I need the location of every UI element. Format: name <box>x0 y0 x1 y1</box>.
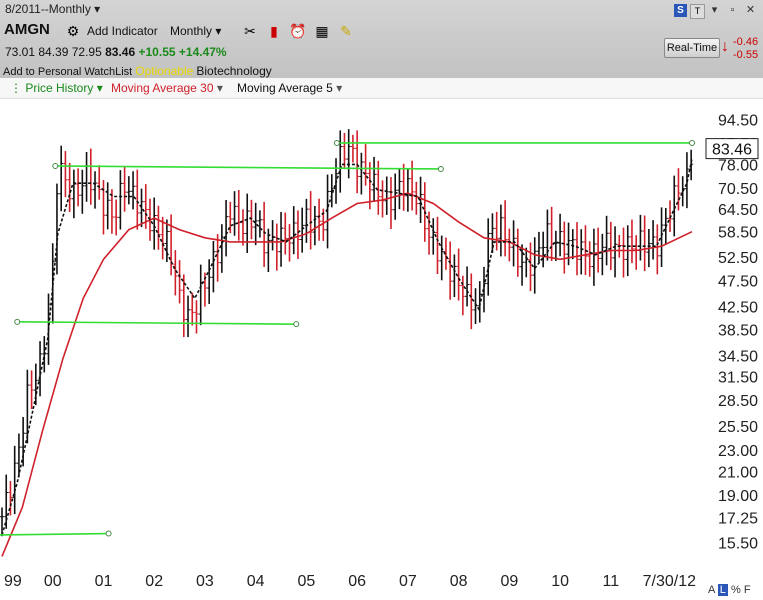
y-tick-label: 78.00 <box>718 157 758 174</box>
y-tick-label: 21.00 <box>718 464 758 481</box>
toolbar: 8/2011--Monthly ▾ AMGN ⚙ Add Indicator M… <box>0 0 763 78</box>
restore-icon[interactable]: ▫ <box>726 4 739 17</box>
y-tick-label: 23.00 <box>718 443 758 460</box>
trendline <box>17 321 297 325</box>
change-percent: +14.47% <box>178 45 227 59</box>
meta-line: Add to Personal WatchList Optionable Bio… <box>3 64 272 78</box>
close-icon[interactable]: ✕ <box>744 4 757 17</box>
indicator-legend: ⋮ Price History ▾ Moving Average 30 ▾ Mo… <box>0 78 763 99</box>
rt-change-2: -0.55 <box>733 49 759 61</box>
x-tick-label: 7/30/12 <box>643 573 696 590</box>
interval-dropdown[interactable]: Monthly ▾ <box>170 24 221 38</box>
high-value: 84.39 <box>38 45 69 59</box>
y-tick-label: 34.50 <box>718 348 758 365</box>
legend-price-label: Price History <box>25 81 94 95</box>
chart-style-icon[interactable]: ▮ <box>265 23 283 39</box>
x-tick-label: 08 <box>450 573 468 590</box>
symbol-label[interactable]: AMGN <box>4 21 50 38</box>
y-tick-label: 19.00 <box>718 488 758 505</box>
period-label: 8/2011--Monthly <box>5 2 91 16</box>
s-button[interactable]: S <box>674 4 687 17</box>
y-tick-label: 15.50 <box>718 535 758 552</box>
add-indicator-icon[interactable]: ⚙ <box>64 23 82 39</box>
watchlist-link[interactable]: Add to Personal WatchList <box>3 66 132 78</box>
calculator-icon[interactable]: ▦ <box>313 23 331 39</box>
x-tick-label: 02 <box>145 573 163 590</box>
x-tick-label: 05 <box>298 573 316 590</box>
x-tick-label: 00 <box>44 573 62 590</box>
x-tick-label: 10 <box>551 573 569 590</box>
open-value: 73.01 <box>5 45 36 59</box>
x-tick-label: 04 <box>247 573 265 590</box>
ma5-line <box>1 158 693 536</box>
x-tick-label: 03 <box>196 573 214 590</box>
x-tick-label: 06 <box>348 573 366 590</box>
y-tick-label: 25.50 <box>718 419 758 436</box>
trendline <box>0 532 109 536</box>
quote-line: 73.01 84.39 72.95 83.46 +10.55 +14.47% <box>5 45 227 59</box>
drawing-tools-icon[interactable]: ✂ <box>241 23 259 39</box>
rt-change-1: -0.46 <box>733 36 759 48</box>
trendline-handle <box>105 530 112 537</box>
period-dropdown[interactable]: 8/2011--Monthly ▾ <box>5 2 100 16</box>
industry-label[interactable]: Biotechnology <box>196 64 271 78</box>
trendline-handle <box>293 321 300 328</box>
legend-ma30-label: Moving Average 30 <box>111 81 214 95</box>
y-tick-label: 38.50 <box>718 323 758 340</box>
y-tick-label: 47.50 <box>718 273 758 290</box>
y-tick-label: 52.50 <box>718 250 758 267</box>
legend-ma5[interactable]: Moving Average 5 ▾ <box>237 81 342 95</box>
x-tick-label: 99 <box>4 573 22 590</box>
y-tick-label: 17.25 <box>718 510 758 527</box>
trendline-handle <box>333 139 340 146</box>
last-price-label: 83.46 <box>712 142 752 159</box>
footer-pct[interactable]: % <box>731 584 741 596</box>
interval-label: Monthly <box>170 24 213 38</box>
y-tick-label: 94.50 <box>718 113 758 130</box>
price-chart[interactable]: 94.5085.5078.0070.5064.5058.5052.5047.50… <box>0 98 763 600</box>
trendline-handle <box>52 162 59 169</box>
x-tick-label: 11 <box>603 573 620 590</box>
last-value: 83.46 <box>105 45 136 59</box>
trendline-handle <box>689 139 695 146</box>
legend-ma5-label: Moving Average 5 <box>237 81 333 95</box>
y-tick-label: 28.50 <box>718 393 758 410</box>
add-indicator-button[interactable]: Add Indicator <box>87 24 158 38</box>
footer-a[interactable]: A <box>708 584 715 596</box>
minimize-icon[interactable]: ▾ <box>708 4 721 17</box>
y-tick-label: 31.50 <box>718 370 758 387</box>
optionable-label: Optionable <box>135 64 194 78</box>
alert-clock-icon[interactable]: ⏰ <box>289 23 307 39</box>
y-tick-label: 70.50 <box>718 181 758 198</box>
x-tick-label: 09 <box>500 573 518 590</box>
legend-price-history[interactable]: ⋮ Price History ▾ <box>10 81 103 95</box>
notes-icon[interactable]: ✎ <box>337 23 355 39</box>
footer-l[interactable]: L <box>717 584 728 596</box>
y-tick-label: 64.50 <box>718 202 758 219</box>
t-button[interactable]: T <box>690 4 705 19</box>
trendline-handle <box>437 165 444 172</box>
realtime-button[interactable]: Real-Time <box>664 38 720 58</box>
x-tick-label: 01 <box>95 573 113 590</box>
legend-ma30[interactable]: Moving Average 30 ▾ <box>111 81 223 95</box>
y-tick-label: 42.50 <box>718 299 758 316</box>
footer-toggles: A L % F <box>708 584 751 596</box>
ma30-line <box>1 192 693 557</box>
trendline-handle <box>14 318 21 325</box>
footer-f[interactable]: F <box>744 584 751 596</box>
down-arrow-icon: ↓ <box>721 38 729 55</box>
change-value: +10.55 <box>138 45 176 59</box>
trendline <box>55 165 441 170</box>
y-tick-label: 58.50 <box>718 225 758 242</box>
low-value: 72.95 <box>71 45 102 59</box>
x-tick-label: 07 <box>399 573 417 590</box>
